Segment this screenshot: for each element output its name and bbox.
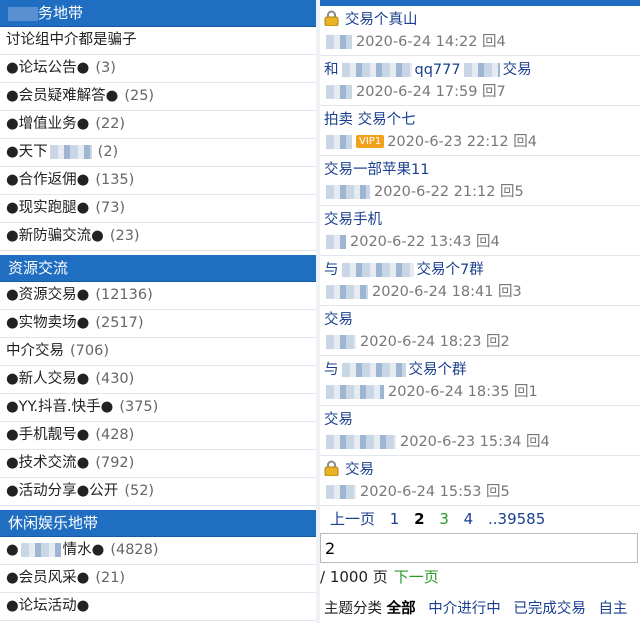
thread-meta: 2020-6-24 18:41 回3: [324, 281, 636, 303]
thread-item[interactable]: 拍卖 交易个七 VIP1 2020-6-23 22:12 回4: [320, 106, 640, 156]
forum-item-world[interactable]: ●天下 (2): [0, 139, 316, 167]
forum-item-phone-number[interactable]: ●手机靓号● (428): [0, 422, 316, 450]
category-escrow-in-progress[interactable]: 中介进行中: [428, 601, 501, 617]
section-header-resource: 资源交流: [0, 255, 316, 282]
thread-title[interactable]: 与交易个群: [324, 359, 636, 381]
redacted-block: [326, 485, 356, 499]
redacted-block: [49, 145, 92, 159]
forum-item-tech[interactable]: ●技术交流● (792): [0, 450, 316, 478]
thread-meta: 2020-6-24 15:53 回5: [324, 481, 636, 503]
forum-item-leisure[interactable]: ● 情水● (4828): [0, 537, 316, 565]
thread-list-panel: 交易个真山 2020-6-24 14:22 回4 和 qq777 交易 2020-6…: [320, 0, 640, 623]
category-label: 主题分类: [324, 601, 382, 617]
forum-item-newbie-trade[interactable]: ●新人交易● (430): [0, 366, 316, 394]
thread-item[interactable]: 交易 2020-6-24 15:53 回5: [320, 456, 640, 506]
thread-title[interactable]: 和 qq777 交易: [324, 59, 636, 81]
forum-list-panel: 务地带 讨论组中介都是骗子 ●论坛公告● (3) ●会员疑难解答● (25) ●增值…: [0, 0, 316, 623]
forum-item-forum-event[interactable]: ●论坛活动●: [0, 593, 316, 621]
thread-meta: 2020-6-23 15:34 回4: [324, 431, 636, 453]
forum-item-value-added[interactable]: ●增值业务● (22): [0, 111, 316, 139]
redacted-block: [341, 263, 414, 277]
thread-title[interactable]: 拍卖 交易个七: [324, 109, 636, 131]
thread-title[interactable]: 交易一部苹果11: [324, 159, 636, 181]
thread-item[interactable]: 交易 2020-6-23 15:34 回4: [320, 406, 640, 456]
next-page-link[interactable]: 下一页: [394, 568, 439, 586]
forum-item-resource-trade[interactable]: ●资源交易● (12136): [0, 282, 316, 310]
thread-title[interactable]: 与交易个7群: [324, 259, 636, 281]
redacted-block: [326, 235, 346, 249]
page-link-4[interactable]: 4: [464, 510, 474, 528]
forum-item-discussion[interactable]: 讨论组中介都是骗子: [0, 27, 316, 55]
redacted-block: [326, 85, 352, 99]
lock-icon: [324, 460, 339, 476]
forum-item-activity-share[interactable]: ●活动分享●公开 (52): [0, 478, 316, 506]
section-header-leisure: 休闲娱乐地带: [0, 510, 316, 537]
page-link-3[interactable]: 3: [439, 510, 449, 528]
forum-item-escrow-trade[interactable]: 中介交易 (706): [0, 338, 316, 366]
redacted-block: [326, 135, 352, 149]
thread-item[interactable]: 交易个真山 2020-6-24 14:22 回4: [320, 6, 640, 56]
redacted-block: [326, 285, 368, 299]
forum-item-cooperation[interactable]: ●合作返佣● (135): [0, 167, 316, 195]
forum-item-physical-market[interactable]: ●实物卖场● (2517): [0, 310, 316, 338]
page-total: / 1000 页: [320, 568, 388, 586]
redacted-block: [341, 63, 412, 77]
forum-item-yy-douyin[interactable]: ●YY.抖音.快手● (375): [0, 394, 316, 422]
page-number-input[interactable]: [320, 533, 638, 563]
redacted-block: [326, 385, 384, 399]
page-current-2: 2: [414, 510, 425, 528]
page-total-row: / 1000 页下一页: [320, 563, 640, 591]
category-completed[interactable]: 已完成交易: [513, 601, 586, 617]
prev-page-link[interactable]: 上一页: [330, 510, 375, 528]
thread-title[interactable]: 交易手机: [324, 209, 636, 231]
page-link-1[interactable]: 1: [390, 510, 400, 528]
forum-item-announcement[interactable]: ●论坛公告● (3): [0, 55, 316, 83]
thread-meta: VIP1 2020-6-23 22:12 回4: [324, 131, 636, 153]
forum-item-member-help[interactable]: ●会员疑难解答● (25): [0, 83, 316, 111]
redacted-block: [341, 363, 406, 377]
redacted-block: [8, 6, 38, 21]
forum-item-anti-fraud[interactable]: ●新防骗交流● (23): [0, 223, 316, 251]
thread-meta: 2020-6-24 18:35 回1: [324, 381, 636, 403]
thread-meta: 2020-6-24 17:59 回7: [324, 81, 636, 103]
category-filter: 主题分类 全部 中介进行中 已完成交易 自主交易 公告: [320, 591, 640, 623]
thread-meta: 2020-6-24 14:22 回4: [324, 31, 636, 53]
thread-title[interactable]: 交易: [324, 409, 636, 431]
redacted-block: [326, 185, 370, 199]
thread-meta: 2020-6-22 13:43 回4: [324, 231, 636, 253]
forum-item-errand[interactable]: ●现实跑腿● (73): [0, 195, 316, 223]
thread-item[interactable]: 交易一部苹果11 2020-6-22 21:12 回5: [320, 156, 640, 206]
thread-item[interactable]: 和 qq777 交易 2020-6-24 17:59 回7: [320, 56, 640, 106]
page-link-last[interactable]: ..39585: [488, 510, 545, 528]
redacted-block: [326, 35, 352, 49]
thread-item[interactable]: 与交易个7群 2020-6-24 18:41 回3: [320, 256, 640, 306]
redacted-block: [326, 435, 396, 449]
pagination: 上一页 1 2 3 4 ..39585: [320, 506, 640, 532]
lock-icon: [324, 10, 339, 26]
redacted-block: [463, 63, 500, 77]
thread-title[interactable]: 交易: [324, 459, 636, 481]
thread-item[interactable]: 交易 2020-6-24 18:23 回2: [320, 306, 640, 356]
thread-item[interactable]: 与交易个群 2020-6-24 18:35 回1: [320, 356, 640, 406]
thread-item[interactable]: 交易手机 2020-6-22 13:43 回4: [320, 206, 640, 256]
category-all[interactable]: 全部: [387, 601, 416, 617]
vip-badge: VIP1: [356, 135, 385, 148]
section-header-service: 务地带: [0, 0, 316, 27]
redacted-block: [20, 543, 61, 557]
page-jump-row: [320, 532, 640, 563]
forum-item-member-style[interactable]: ●会员风采● (21): [0, 565, 316, 593]
thread-meta: 2020-6-24 18:23 回2: [324, 331, 636, 353]
redacted-block: [326, 335, 356, 349]
thread-meta: 2020-6-22 21:12 回5: [324, 181, 636, 203]
thread-title[interactable]: 交易个真山: [324, 9, 636, 31]
thread-title[interactable]: 交易: [324, 309, 636, 331]
